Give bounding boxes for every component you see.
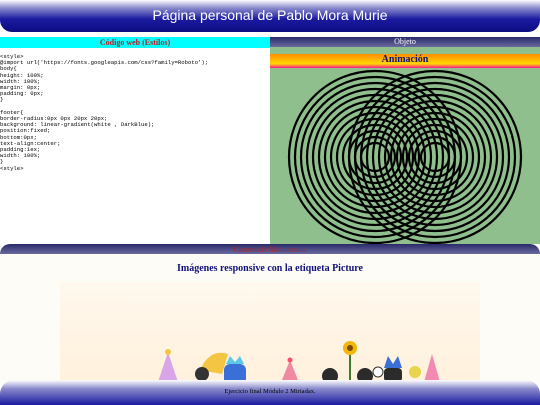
code-block: <style> @import url('https://fonts.googl… — [0, 53, 209, 172]
code-panel-title: Código web (Estilos) — [0, 37, 270, 48]
multimedia-bar-label: Contenido Multimedia — [233, 245, 307, 254]
multimedia-title: Imágenes responsive con la etiqueta Pict… — [176, 263, 363, 274]
animation-title: Animación — [270, 54, 540, 68]
party-characters-image — [158, 341, 440, 384]
object-panel: Objeto Animación — [270, 37, 540, 244]
page-title: Página personal de Pablo Mora Murie — [152, 7, 388, 23]
code-panel: Código web (Estilos) <style> @import url… — [0, 37, 270, 244]
multimedia-section: Imágenes responsive con la etiqueta Pict… — [0, 254, 540, 384]
page-footer: Ejercicio final Módulo 2 Miriadax. — [0, 380, 540, 405]
responsive-picture — [60, 282, 480, 384]
object-panel-title: Objeto — [270, 37, 540, 47]
animation-rings-graphic — [287, 69, 523, 244]
multimedia-bar: Contenido Multimedia — [0, 244, 540, 254]
page-header: Página personal de Pablo Mora Murie — [0, 0, 540, 32]
footer-text: Ejercicio final Módulo 2 Miriadax. — [224, 388, 316, 395]
